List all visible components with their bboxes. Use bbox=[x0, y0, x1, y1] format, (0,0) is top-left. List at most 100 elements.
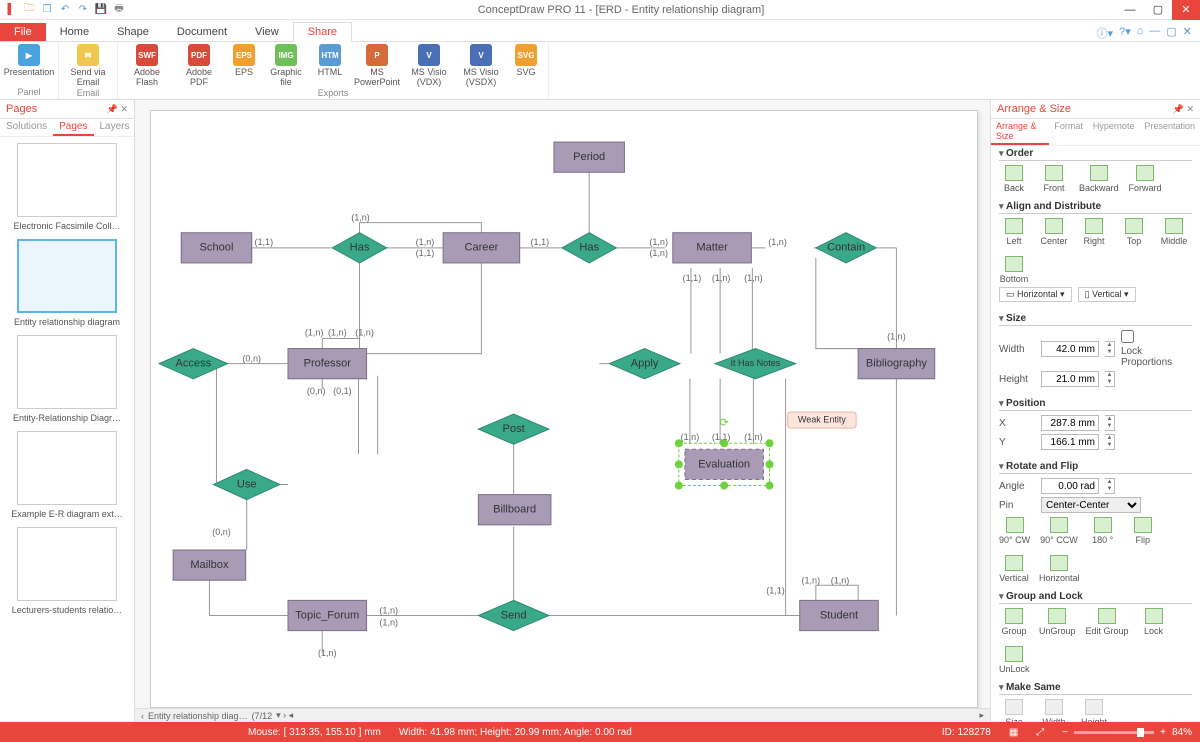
close-button[interactable]: ✕ bbox=[1172, 0, 1200, 20]
align-bottom-button[interactable]: Bottom bbox=[999, 256, 1029, 284]
align-top-button[interactable]: Top bbox=[1119, 218, 1149, 246]
qat-new-icon[interactable]: ▌ bbox=[4, 3, 18, 17]
canvas-area[interactable]: Period School Career Matter Bibliography… bbox=[135, 100, 990, 722]
tab-file[interactable]: File bbox=[0, 23, 46, 41]
pos-x-field[interactable] bbox=[1041, 415, 1099, 431]
arrange-panel: Arrange & Size📌 ✕ Arrange & Size Format … bbox=[990, 100, 1200, 722]
export-flash-button[interactable]: SWFAdobe Flash bbox=[124, 44, 170, 88]
height-field[interactable] bbox=[1041, 371, 1099, 387]
rtab-hypernote[interactable]: Hypernote bbox=[1088, 119, 1140, 145]
export-html-button[interactable]: HTMHTML bbox=[312, 44, 348, 88]
zoom-out-button[interactable]: − bbox=[1062, 727, 1068, 738]
export-vsdx-button[interactable]: VMS Visio (VSDX) bbox=[458, 44, 504, 88]
order-forward-button[interactable]: Forward bbox=[1129, 165, 1162, 193]
minimize-button[interactable]: — bbox=[1116, 0, 1144, 20]
same-size-button[interactable]: Size bbox=[999, 699, 1029, 722]
doc-restore-icon[interactable]: — bbox=[1149, 25, 1160, 41]
export-eps-button[interactable]: EPSEPS bbox=[228, 44, 260, 88]
dist-horizontal[interactable]: ▭ Horizontal ▾ bbox=[999, 287, 1072, 302]
pin-select[interactable]: Center-Center bbox=[1041, 497, 1141, 513]
tab-share[interactable]: Share bbox=[293, 22, 352, 42]
doc-max-icon[interactable]: ▢ bbox=[1166, 25, 1176, 41]
align-right-button[interactable]: Right bbox=[1079, 218, 1109, 246]
rotate-ccw-button[interactable]: 90° CCW bbox=[1040, 517, 1078, 545]
angle-field[interactable] bbox=[1041, 478, 1099, 494]
order-back-button[interactable]: Back bbox=[999, 165, 1029, 193]
dist-vertical[interactable]: ▯ Vertical ▾ bbox=[1078, 287, 1136, 302]
page-thumb[interactable]: Electronic Facsimile Coll… bbox=[6, 143, 128, 231]
unlock-button[interactable]: UnLock bbox=[999, 646, 1030, 674]
rtab-arrange[interactable]: Arrange & Size bbox=[991, 119, 1049, 145]
qat-print-icon[interactable]: 🖶 bbox=[112, 3, 126, 17]
flip-vertical-button[interactable]: Vertical bbox=[999, 555, 1029, 583]
pos-y-field[interactable] bbox=[1041, 434, 1099, 450]
tab-view[interactable]: View bbox=[241, 23, 293, 41]
page-thumb[interactable]: Lecturers-students relatio… bbox=[6, 527, 128, 615]
doc-close-icon[interactable]: ✕ bbox=[1183, 25, 1192, 41]
document-tabs[interactable]: ‹ Entity relationship diag… (7/12 ▾ › ◂ … bbox=[135, 708, 990, 722]
erd-diagram[interactable]: Period School Career Matter Bibliography… bbox=[151, 111, 977, 707]
group-button[interactable]: Group bbox=[999, 608, 1029, 636]
export-pdf-button[interactable]: PDFAdobe PDF bbox=[176, 44, 222, 88]
qat-save-icon[interactable]: 💾 bbox=[94, 3, 108, 17]
rotate-cw-button[interactable]: 90° CW bbox=[999, 517, 1030, 545]
doc-min-icon[interactable]: ⌂ bbox=[1137, 25, 1144, 41]
page-thumb[interactable]: Entity-Relationship Diagr… bbox=[6, 335, 128, 423]
zoom-slider[interactable] bbox=[1074, 731, 1154, 734]
qat-open-icon[interactable]: 🗀 bbox=[22, 3, 36, 17]
subtab-pages[interactable]: Pages bbox=[53, 119, 93, 136]
export-vdx-button[interactable]: VMS Visio (VDX) bbox=[406, 44, 452, 88]
help-icon[interactable]: ?▾ bbox=[1119, 25, 1131, 41]
rel-send: Send bbox=[478, 600, 549, 630]
info-icon[interactable]: ⓘ▾ bbox=[1097, 25, 1114, 41]
align-left-button[interactable]: Left bbox=[999, 218, 1029, 246]
lock-proportions-checkbox[interactable]: Lock Proportions bbox=[1121, 330, 1157, 368]
svg-text:(1,n): (1,n) bbox=[379, 618, 398, 628]
svg-text:(1,n): (1,n) bbox=[649, 237, 668, 247]
flip-horizontal-button[interactable]: Horizontal bbox=[1039, 555, 1080, 583]
ungroup-button[interactable]: UnGroup bbox=[1039, 608, 1076, 636]
presentation-button[interactable]: ▶ Presentation bbox=[6, 44, 52, 78]
rel-access: Access bbox=[159, 349, 227, 379]
rotate-180-button[interactable]: 180 ° bbox=[1088, 517, 1118, 545]
subtab-solutions[interactable]: Solutions bbox=[0, 119, 53, 136]
qat-copy-icon[interactable]: ❐ bbox=[40, 3, 54, 17]
width-field[interactable] bbox=[1041, 341, 1099, 357]
export-ppt-button[interactable]: PMS PowerPoint bbox=[354, 44, 400, 88]
tab-document[interactable]: Document bbox=[163, 23, 241, 41]
qat-redo-icon[interactable]: ↷ bbox=[76, 3, 90, 17]
group-label-panel: Panel bbox=[17, 87, 40, 97]
same-width-button[interactable]: Width bbox=[1039, 699, 1069, 722]
page-thumb[interactable]: Example E-R diagram ext… bbox=[6, 431, 128, 519]
tab-home[interactable]: Home bbox=[46, 23, 103, 41]
view-icon[interactable]: ▦ bbox=[1009, 727, 1018, 738]
lock-button[interactable]: Lock bbox=[1139, 608, 1169, 636]
svg-text:(1,n): (1,n) bbox=[649, 248, 668, 258]
page-thumb[interactable]: Entity relationship diagram bbox=[6, 239, 128, 327]
rel-has2: Has bbox=[562, 233, 616, 263]
maximize-button[interactable]: ▢ bbox=[1144, 0, 1172, 20]
group-label-email: Email bbox=[77, 88, 100, 98]
zoom-in-button[interactable]: + bbox=[1160, 727, 1166, 738]
svg-text:Weak Entity: Weak Entity bbox=[798, 414, 847, 424]
svg-text:(1,n): (1,n) bbox=[831, 575, 850, 585]
rtab-presentation[interactable]: Presentation bbox=[1139, 119, 1200, 145]
flip-button[interactable]: Flip bbox=[1128, 517, 1158, 545]
align-center-button[interactable]: Center bbox=[1039, 218, 1069, 246]
export-svg-button[interactable]: SVGSVG bbox=[510, 44, 542, 88]
pages-panel-title: Pages bbox=[6, 103, 37, 115]
send-email-button[interactable]: ✉ Send via Email bbox=[65, 44, 111, 88]
svg-text:Career: Career bbox=[464, 242, 498, 254]
edit-group-button[interactable]: Edit Group bbox=[1086, 608, 1129, 636]
fit-icon[interactable]: ⤢ bbox=[1036, 727, 1044, 738]
tab-shape[interactable]: Shape bbox=[103, 23, 163, 41]
export-graphic-button[interactable]: IMGGraphic file bbox=[266, 44, 306, 88]
order-backward-button[interactable]: Backward bbox=[1079, 165, 1119, 193]
status-dims: Width: 41.98 mm; Height: 20.99 mm; Angle… bbox=[399, 727, 632, 738]
subtab-layers[interactable]: Layers bbox=[94, 119, 136, 136]
qat-undo-icon[interactable]: ↶ bbox=[58, 3, 72, 17]
align-middle-button[interactable]: Middle bbox=[1159, 218, 1189, 246]
same-height-button[interactable]: Height bbox=[1079, 699, 1109, 722]
order-front-button[interactable]: Front bbox=[1039, 165, 1069, 193]
rtab-format[interactable]: Format bbox=[1049, 119, 1088, 145]
